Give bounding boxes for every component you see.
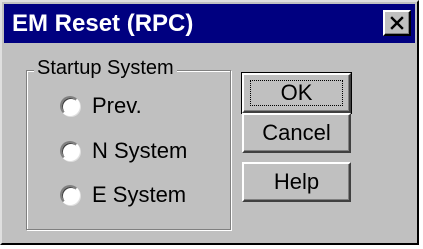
ok-button[interactable]: OK [241,72,352,114]
cancel-button-label: Cancel [262,120,331,145]
cancel-button[interactable]: Cancel [242,113,351,153]
title-bar[interactable]: EM Reset (RPC) [4,4,415,43]
close-button[interactable] [383,10,411,36]
radio-unchecked-icon[interactable] [60,141,80,161]
window-title: EM Reset (RPC) [12,10,194,37]
close-icon [390,16,404,30]
help-button[interactable]: Help [242,162,351,202]
radio-option-n-system[interactable]: N System [60,137,187,165]
radio-option-e-system[interactable]: E System [60,181,186,209]
radio-label-n-system: N System [92,138,188,163]
radio-label-e-system: E System [92,182,187,207]
ok-button-label: OK [280,80,313,105]
radio-unchecked-icon[interactable] [60,96,80,116]
radio-label-prev: Prev. [92,93,142,118]
help-button-label: Help [273,169,320,194]
radio-unchecked-icon[interactable] [60,185,80,205]
radio-option-prev[interactable]: Prev. [60,92,142,120]
startup-system-legend: Startup System [34,56,177,80]
